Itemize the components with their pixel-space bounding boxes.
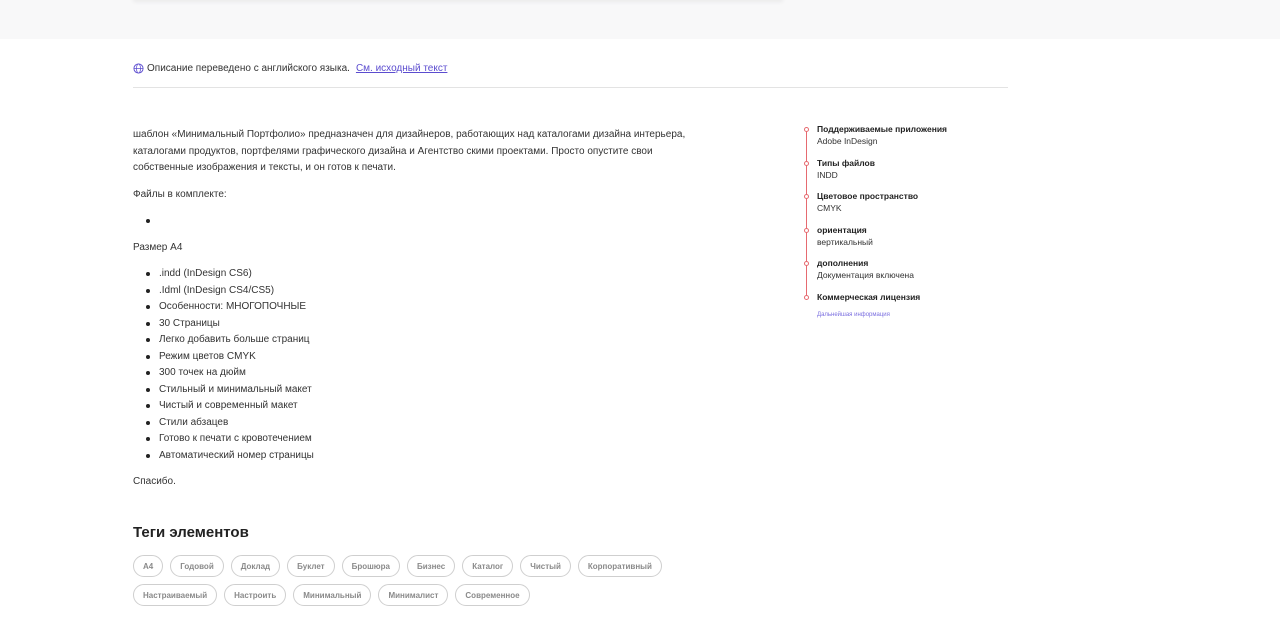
attribute-value: Adobe InDesign [817, 136, 878, 146]
list-item: .indd (InDesign CS6) [146, 266, 713, 283]
tag-brochure[interactable]: Брошюра [341, 555, 400, 577]
timeline-dot-icon [804, 227, 809, 233]
description-intro: шаблон «Минимальный Портфолио» предназна… [133, 129, 686, 173]
size-text: Размер А4 [133, 241, 183, 253]
attribute-value: INDD [817, 169, 838, 180]
tag-minimal[interactable]: Минимальный [293, 584, 372, 606]
timeline-dot-icon [804, 294, 809, 300]
item-attributes: Поддерживаемые приложения Adobe InDesign… [804, 124, 1004, 325]
list-item: Режим цветов CMYK [146, 349, 713, 366]
list-item: Легко добавить больше страниц [146, 332, 713, 349]
tag-clean[interactable]: Чистый [520, 555, 571, 577]
tags-title: Теги элементов [133, 524, 249, 541]
attribute-value: Документация включена [817, 270, 914, 280]
list-item: Готово к печати с кровотечением [146, 431, 713, 448]
globe-icon [133, 62, 144, 74]
license-info-link[interactable]: Дальнейшая информация [817, 312, 890, 318]
list-item: Стили абзацев [146, 415, 713, 432]
divider [133, 87, 1008, 88]
timeline-dot-icon [804, 194, 809, 199]
attribute-label: Коммерческая лицензия [817, 291, 921, 302]
tag-customizable[interactable]: Настраиваемый [133, 584, 218, 606]
view-original-link[interactable]: См. исходный текст [356, 63, 447, 74]
tag-a4[interactable]: А4 [133, 555, 164, 577]
attribute-commercial-license: Коммерческая лицензия Дальнейшая информа… [804, 292, 1004, 326]
attribute-label: Поддерживаемые приложения [817, 124, 948, 134]
attribute-extras: дополнения Документация включена [804, 258, 1004, 292]
tags-list: А4 Годовой Доклад Буклет Брошюра Бизнес … [133, 555, 713, 613]
translation-notice: Описание переведено с английского языка.… [133, 61, 447, 75]
attribute-color-space: Цветовое пространство CMYK [804, 191, 1004, 225]
files-list [146, 213, 713, 230]
list-item: Стильный и минимальный макет [146, 382, 713, 399]
attribute-value: CMYK [817, 203, 842, 213]
list-item: Автоматический номер страницы [146, 448, 713, 465]
files-heading: Файлы в комплекте: [133, 188, 227, 200]
attribute-label: дополнения [817, 258, 869, 268]
translation-notice-text: Описание переведено с английского языка. [147, 62, 350, 74]
tag-corporate[interactable]: Корпоративный [577, 555, 662, 577]
tag-business[interactable]: Бизнес [406, 555, 456, 577]
timeline-dot-icon [804, 127, 809, 132]
list-item: 300 точек на дюйм [146, 365, 713, 382]
list-item: Особенности: МНОГОПОЧНЫЕ [146, 299, 713, 316]
tag-customize[interactable]: Настроить [224, 584, 287, 606]
thanks-text: Спасибо. [133, 476, 176, 487]
tag-annual[interactable]: Годовой [170, 555, 224, 577]
tag-catalog[interactable]: Каталог [462, 555, 514, 577]
timeline-dot-icon [804, 261, 809, 266]
item-description: шаблон «Минимальный Портфолио» предназна… [133, 127, 713, 501]
features-list: .indd (InDesign CS6) .Idml (InDesign CS4… [146, 266, 713, 465]
timeline-dot-icon [804, 160, 809, 166]
list-item: Чистый и современный макет [146, 398, 713, 415]
attribute-applications: Поддерживаемые приложения Adobe InDesign [804, 124, 1004, 158]
attribute-orientation: ориентация вертикальный [804, 225, 1004, 259]
tag-minimalist[interactable]: Минималист [378, 584, 449, 606]
list-item [146, 213, 713, 230]
tag-report[interactable]: Доклад [230, 555, 281, 577]
top-band [0, 0, 1280, 39]
attribute-label: ориентация [817, 224, 867, 235]
list-item: .Idml (InDesign CS4/CS5) [146, 283, 713, 300]
tag-booklet[interactable]: Буклет [287, 555, 335, 577]
attribute-value: вертикальный [817, 236, 873, 247]
tag-modern[interactable]: Современное [455, 584, 530, 606]
attribute-label: Цветовое пространство [817, 191, 919, 201]
attribute-file-types: Типы файлов INDD [804, 158, 1004, 192]
attribute-label: Типы файлов [817, 157, 875, 168]
list-item: 30 Страницы [146, 316, 713, 333]
